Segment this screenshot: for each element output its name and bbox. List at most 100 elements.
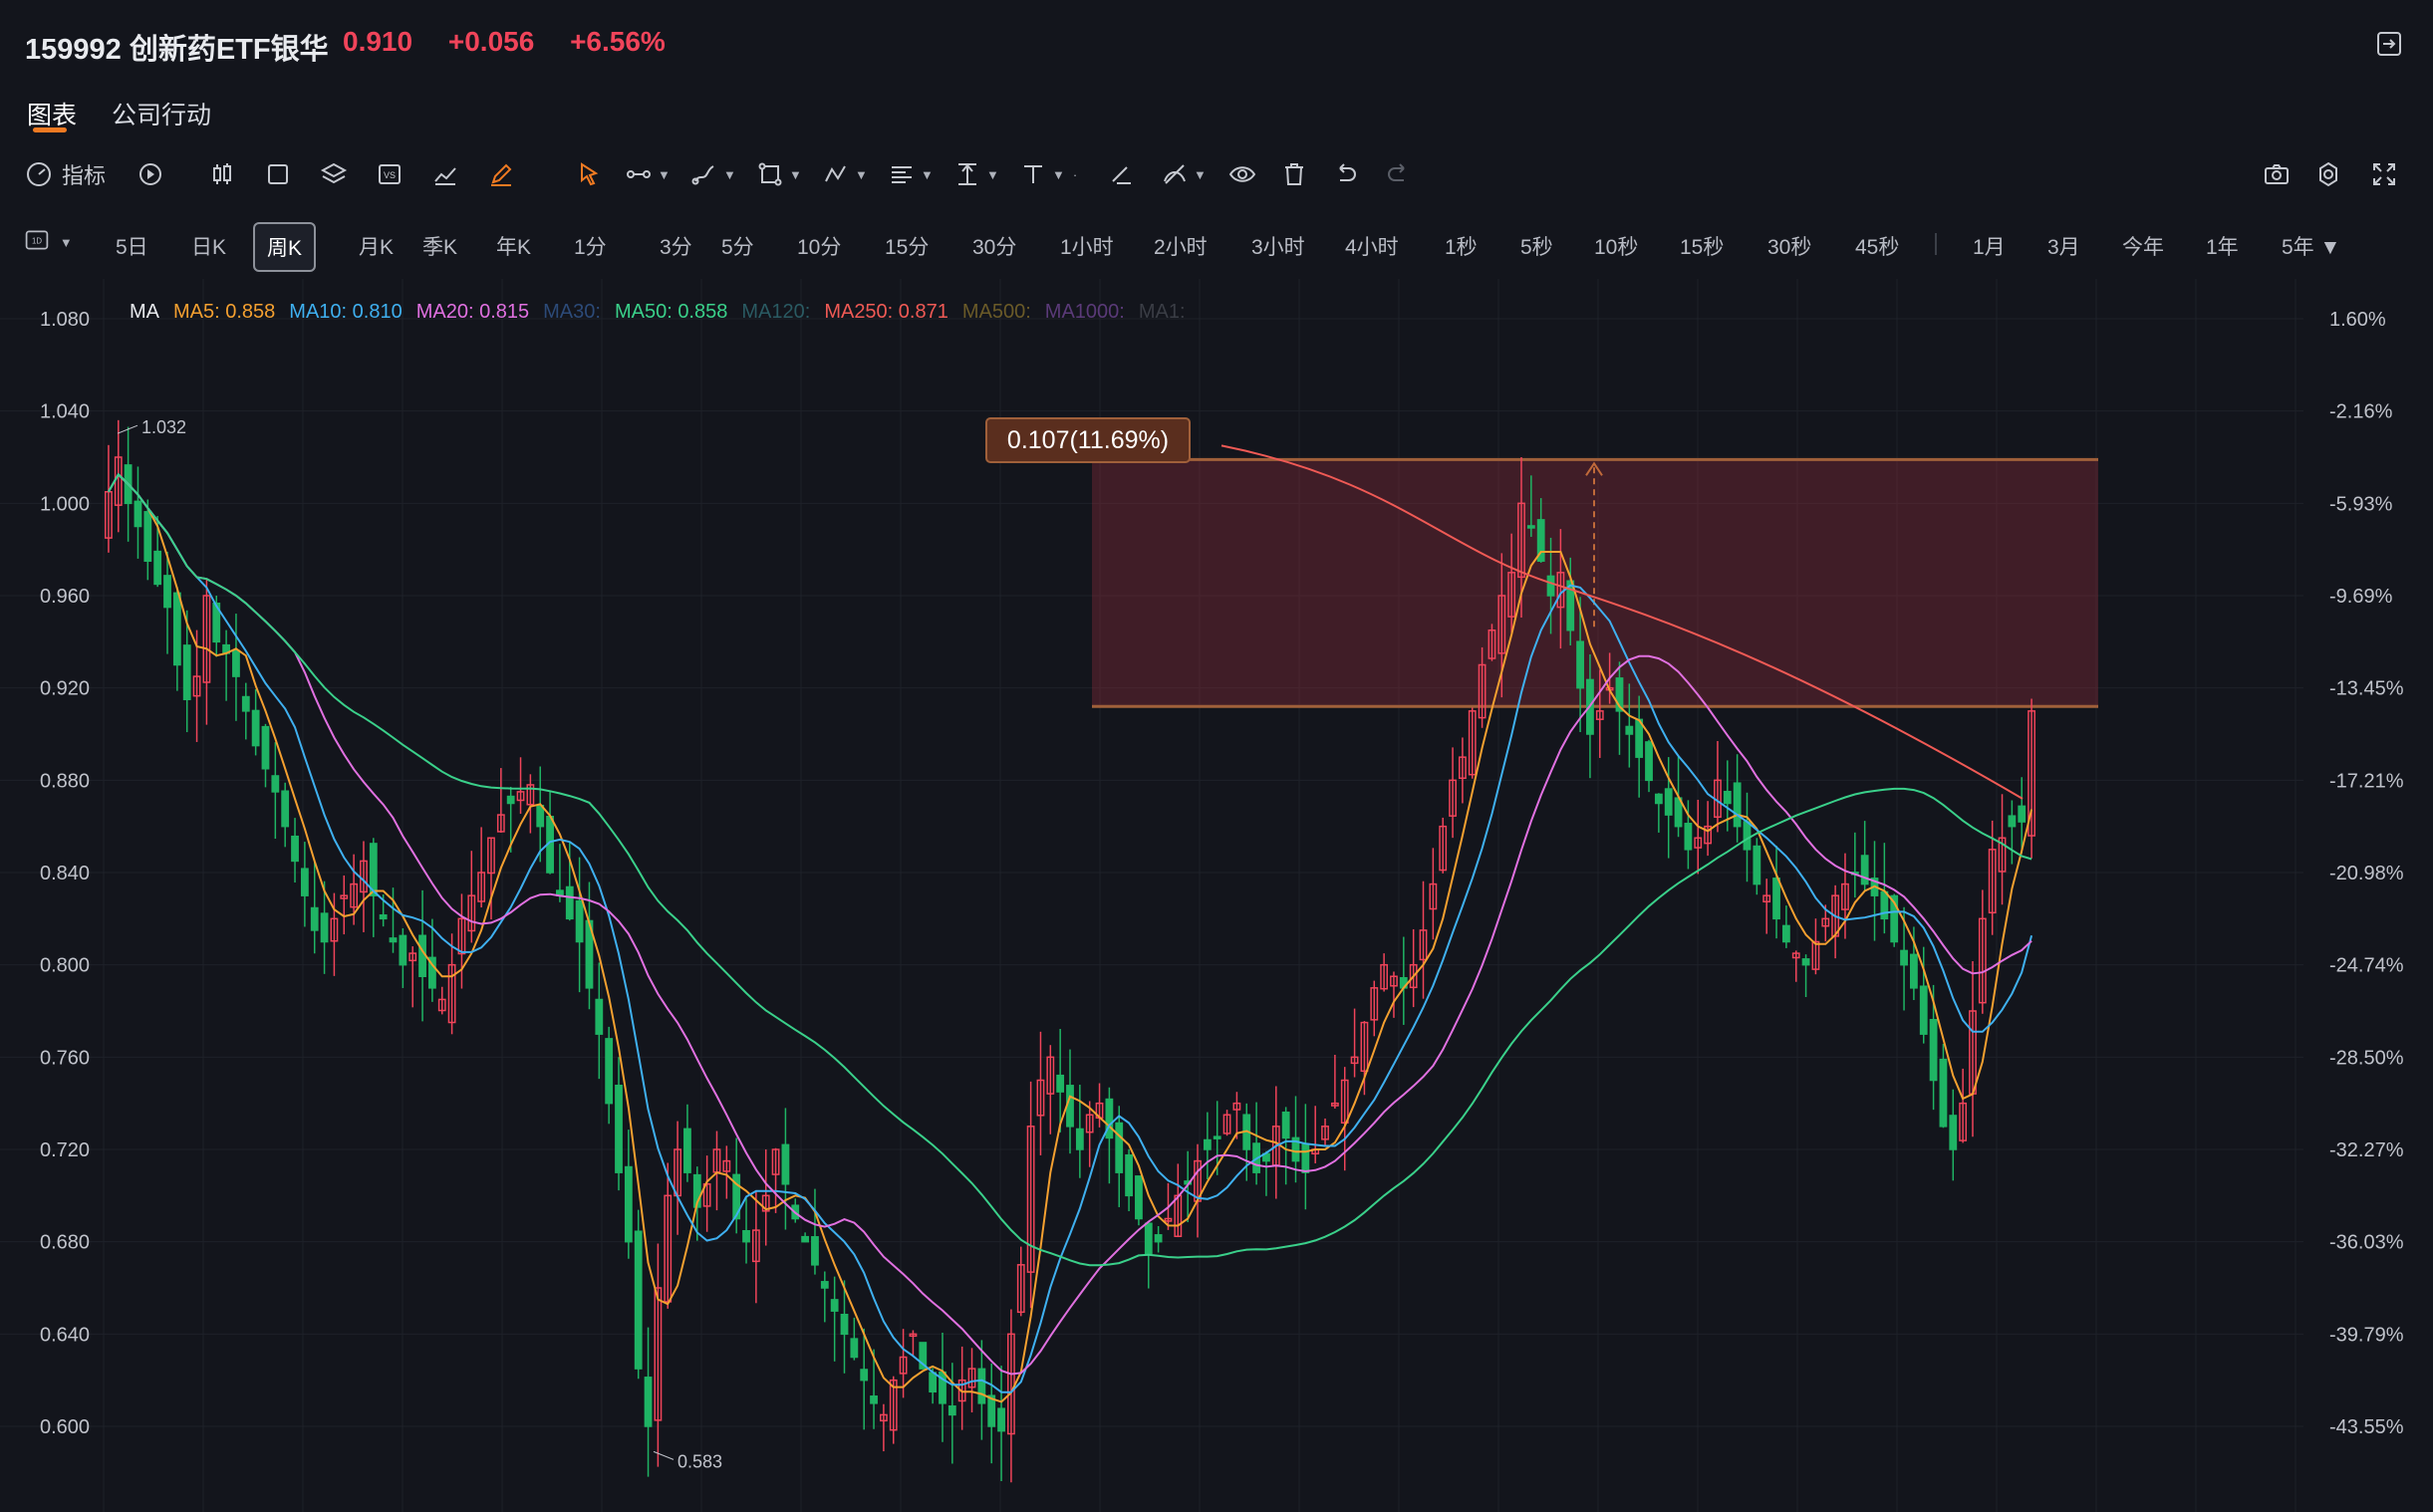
period-item[interactable]: 周K: [253, 222, 317, 272]
candle-body: [389, 937, 398, 943]
ma-legend-item[interactable]: MA20: 0.815: [416, 301, 529, 323]
measure-button[interactable]: ▼: [952, 157, 999, 191]
line-tool-button[interactable]: ▼: [624, 157, 671, 191]
candle-body: [251, 709, 260, 747]
text-tool-icon: [1024, 165, 1042, 183]
period-item[interactable]: 5秒: [1520, 231, 1553, 261]
range-item[interactable]: 今年: [2122, 231, 2164, 261]
y-tick-right: -13.45%: [2329, 678, 2404, 700]
y-tick-right: -2.16%: [2329, 401, 2393, 423]
layers-button[interactable]: [319, 157, 349, 191]
period-item[interactable]: 3小时: [1251, 231, 1305, 261]
shape-tool-button[interactable]: ▼: [755, 157, 802, 191]
trash-button[interactable]: [1279, 157, 1309, 191]
rectangle-button[interactable]: [263, 157, 293, 191]
settings-button[interactable]: [2313, 157, 2343, 191]
candle-body: [1664, 788, 1673, 816]
ma-legend-item[interactable]: MA250: 0.871: [824, 301, 948, 323]
compare-button[interactable]: VS: [375, 157, 405, 191]
period-item[interactable]: 15秒: [1680, 231, 1724, 261]
period-item[interactable]: 45秒: [1855, 231, 1899, 261]
period-item[interactable]: 4小时: [1345, 231, 1399, 261]
eye-button[interactable]: [1227, 157, 1257, 191]
y-tick-right: -17.21%: [2329, 770, 2404, 792]
chart-area[interactable]: 1.080 1.60% 1.040 -2.16% 1.000 -5.93% 0.960 -9.…: [0, 279, 2433, 1512]
range-item[interactable]: 1月: [1973, 231, 2006, 261]
period-item[interactable]: 5分: [721, 231, 754, 261]
range-item[interactable]: 5年 ▼: [2282, 231, 2340, 261]
candle-body: [850, 1338, 859, 1359]
ma-legend-item[interactable]: MA120:: [741, 301, 810, 323]
candle-body: [1929, 1018, 1938, 1082]
tab-chart[interactable]: 图表: [27, 96, 77, 131]
pen-tool-button[interactable]: ▼: [689, 157, 736, 191]
candle-body: [830, 1299, 839, 1312]
ma-legend-item[interactable]: MA5: 0.858: [173, 301, 275, 323]
candle-body: [1753, 845, 1761, 885]
period-item[interactable]: 年K: [496, 231, 531, 261]
candle-type-button[interactable]: [207, 157, 237, 191]
brush-button[interactable]: [1106, 157, 1136, 191]
layers-icon: [320, 162, 348, 184]
period-item[interactable]: 3分: [660, 231, 692, 261]
period-item[interactable]: 10秒: [1594, 231, 1638, 261]
period-item[interactable]: 月K: [359, 231, 394, 261]
drawing-visibility-button[interactable]: ▼: [1160, 157, 1207, 191]
period-item[interactable]: 30分: [972, 231, 1016, 261]
replay-button[interactable]: [135, 157, 165, 191]
y-tick-right: -39.79%: [2329, 1324, 2404, 1346]
period-item[interactable]: 5日: [116, 231, 148, 261]
tab-corporate-actions[interactable]: 公司行动: [112, 96, 211, 131]
candle-body: [860, 1369, 869, 1382]
text-tool-button[interactable]: ▼ ·: [1018, 157, 1077, 191]
redo-button[interactable]: [1383, 157, 1413, 191]
candle-body: [929, 1372, 938, 1392]
interval-selector[interactable]: 1D ▼: [24, 227, 73, 259]
cursor-button[interactable]: [574, 157, 604, 191]
indicator-button[interactable]: 指标: [24, 157, 106, 191]
period-item[interactable]: 15分: [885, 231, 929, 261]
ma-legend-item[interactable]: MA500:: [962, 301, 1031, 323]
candle-body: [241, 695, 250, 712]
period-item[interactable]: 10分: [797, 231, 841, 261]
fibonacci-button[interactable]: ▼: [887, 157, 934, 191]
ma-legend-item[interactable]: MA10: 0.810: [289, 301, 402, 323]
last-price: 0.910: [343, 26, 413, 57]
candle-body: [536, 804, 545, 828]
period-item[interactable]: 1小时: [1060, 231, 1114, 261]
candlestick-chart[interactable]: 1.080 1.60% 1.040 -2.16% 1.000 -5.93% 0.960 -9.…: [0, 279, 2433, 1512]
area-chart-button[interactable]: [430, 157, 460, 191]
fullscreen-button[interactable]: [2369, 157, 2399, 191]
screenshot-button[interactable]: [2262, 157, 2292, 191]
candle-body: [1546, 575, 1555, 597]
pencil-button[interactable]: [486, 157, 516, 191]
range-item[interactable]: 3月: [2047, 231, 2080, 261]
y-tick-left: 0.880: [40, 770, 90, 792]
pattern-tool-button[interactable]: ▼: [821, 157, 868, 191]
candle-body: [811, 1236, 819, 1266]
period-item[interactable]: 1秒: [1445, 231, 1478, 261]
period-item[interactable]: 2小时: [1154, 231, 1208, 261]
undo-button[interactable]: [1331, 157, 1361, 191]
period-item[interactable]: 日K: [191, 231, 226, 261]
range-item[interactable]: 1年: [2206, 231, 2239, 261]
redo-icon: [1388, 163, 1405, 181]
exit-panel-icon[interactable]: [2375, 30, 2403, 58]
candle-body: [134, 500, 142, 528]
period-item[interactable]: 30秒: [1767, 231, 1811, 261]
ma-legend-item[interactable]: MA1:: [1139, 301, 1186, 323]
price-change: +0.056: [447, 26, 535, 57]
candle-body: [143, 511, 152, 563]
candle-body: [271, 775, 280, 793]
candle-body: [379, 913, 388, 920]
ma-legend-item[interactable]: MA1000:: [1045, 301, 1125, 323]
candle-body: [1075, 1128, 1084, 1150]
candle-body: [575, 899, 584, 943]
period-item[interactable]: 季K: [422, 231, 457, 261]
candle-body: [624, 1165, 633, 1243]
ma-legend-item[interactable]: MA50: 0.858: [615, 301, 727, 323]
y-tick-right: -28.50%: [2329, 1047, 2404, 1069]
ma-legend-item[interactable]: MA30:: [543, 301, 601, 323]
period-item[interactable]: 1分: [574, 231, 607, 261]
quote-summary: 0.910 +0.056 +6.56%: [343, 26, 681, 58]
